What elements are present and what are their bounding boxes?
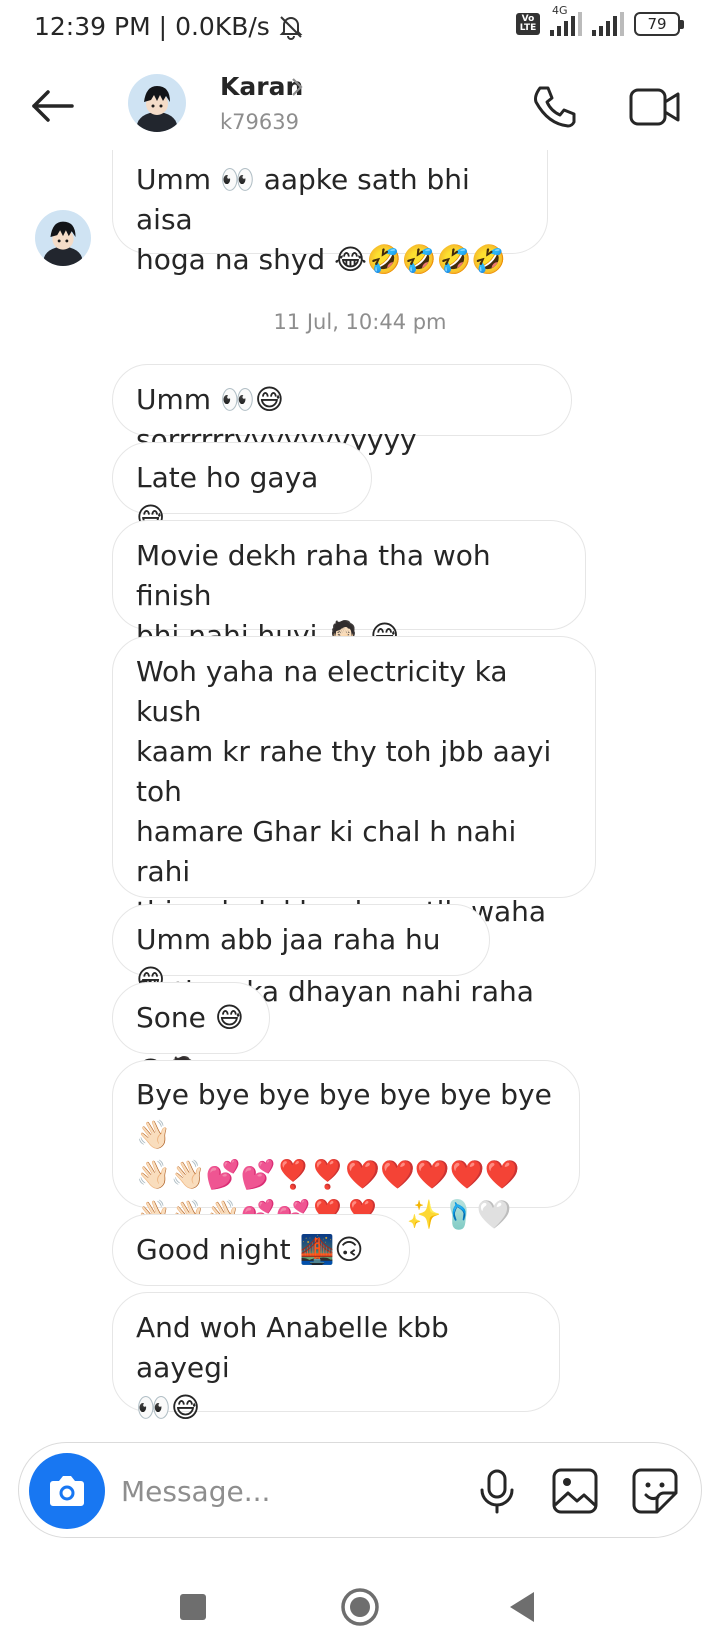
chat-header: Karan k79639 <box>0 62 720 148</box>
battery-icon: 79 <box>634 12 684 36</box>
status-left: 12:39 PM | 0.0KB/s <box>34 12 304 41</box>
message-thread[interactable]: Umm 👀 aapke sath bhi aisa hoga na shyd 😂… <box>0 150 720 1440</box>
message-input[interactable] <box>121 1467 421 1515</box>
sticker-icon[interactable] <box>629 1465 681 1517</box>
message-composer <box>18 1442 702 1538</box>
message-avatar[interactable] <box>35 210 91 266</box>
message-text: Sone 😅 <box>136 1001 244 1034</box>
timestamp-divider: 11 Jul, 10:44 pm <box>273 310 447 334</box>
status-right: Vo LTE 4G 79 <box>516 4 684 36</box>
message-bubble[interactable]: Movie dekh raha tha woh finish bhi nahi … <box>112 520 586 652</box>
microphone-icon[interactable] <box>471 1465 523 1517</box>
home-icon[interactable] <box>339 1586 381 1628</box>
message-bubble[interactable]: Bye bye bye bye bye bye bye 👋🏻 👋🏻👋🏻💕💕❣️❣… <box>112 1060 580 1231</box>
video-camera-icon[interactable] <box>628 82 682 132</box>
chevron-right-icon[interactable] <box>290 76 304 98</box>
avatar-image <box>128 74 186 132</box>
avatar-image <box>35 210 91 266</box>
camera-button[interactable] <box>29 1453 105 1529</box>
message-text: Umm 👀 aapke sath bhi aisa hoga na shyd 😂… <box>136 163 507 276</box>
message-bubble[interactable]: And woh Anabelle kbb aayegi 👀😅 <box>112 1292 560 1424</box>
message-bubble[interactable]: Late ho gaya 😅 <box>112 442 372 534</box>
status-bar: 12:39 PM | 0.0KB/s Vo LTE 4G 79 <box>0 0 720 58</box>
system-navigation-bar <box>0 1560 720 1650</box>
message-bubble[interactable]: Woh yaha na electricity ka kush kaam kr … <box>112 636 596 1088</box>
message-text: And woh Anabelle kbb aayegi 👀😅 <box>136 1311 449 1424</box>
gallery-icon[interactable] <box>549 1465 601 1517</box>
message-bubble[interactable]: Umm 👀 aapke sath bhi aisa hoga na shyd 😂… <box>112 150 548 276</box>
recents-icon[interactable] <box>172 1586 214 1628</box>
message-text: Bye bye bye bye bye bye bye 👋🏻 👋🏻👋🏻💕💕❣️❣… <box>136 1078 552 1231</box>
volte-icon: Vo LTE <box>516 13 540 35</box>
message-bubble[interactable]: Umm 👀😅 sorrrrrryyyyyyyyyyy <box>112 364 572 456</box>
message-bubble[interactable]: Sone 😅 <box>112 982 270 1054</box>
message-bubble[interactable]: Good night 🌉🙃 .. <box>112 1214 410 1306</box>
avatar[interactable] <box>128 74 186 132</box>
phone-icon[interactable] <box>530 82 580 132</box>
back-icon[interactable] <box>502 1586 544 1628</box>
status-time: 12:39 PM <box>34 12 151 41</box>
contact-username: k79639 <box>220 110 299 134</box>
message-bubble[interactable]: Umm abb jaa raha hu 😁 <box>112 904 490 996</box>
mute-bell-icon <box>279 15 303 40</box>
status-separator: | <box>158 12 168 41</box>
signal-4g: 4G <box>550 4 582 36</box>
network-type: 4G <box>552 4 568 17</box>
status-speed: 0.0KB/s <box>175 12 270 41</box>
battery-level: 79 <box>647 15 667 33</box>
signal-bars-2-icon <box>592 12 624 36</box>
camera-icon <box>50 1476 84 1506</box>
back-arrow-icon[interactable] <box>28 82 76 130</box>
